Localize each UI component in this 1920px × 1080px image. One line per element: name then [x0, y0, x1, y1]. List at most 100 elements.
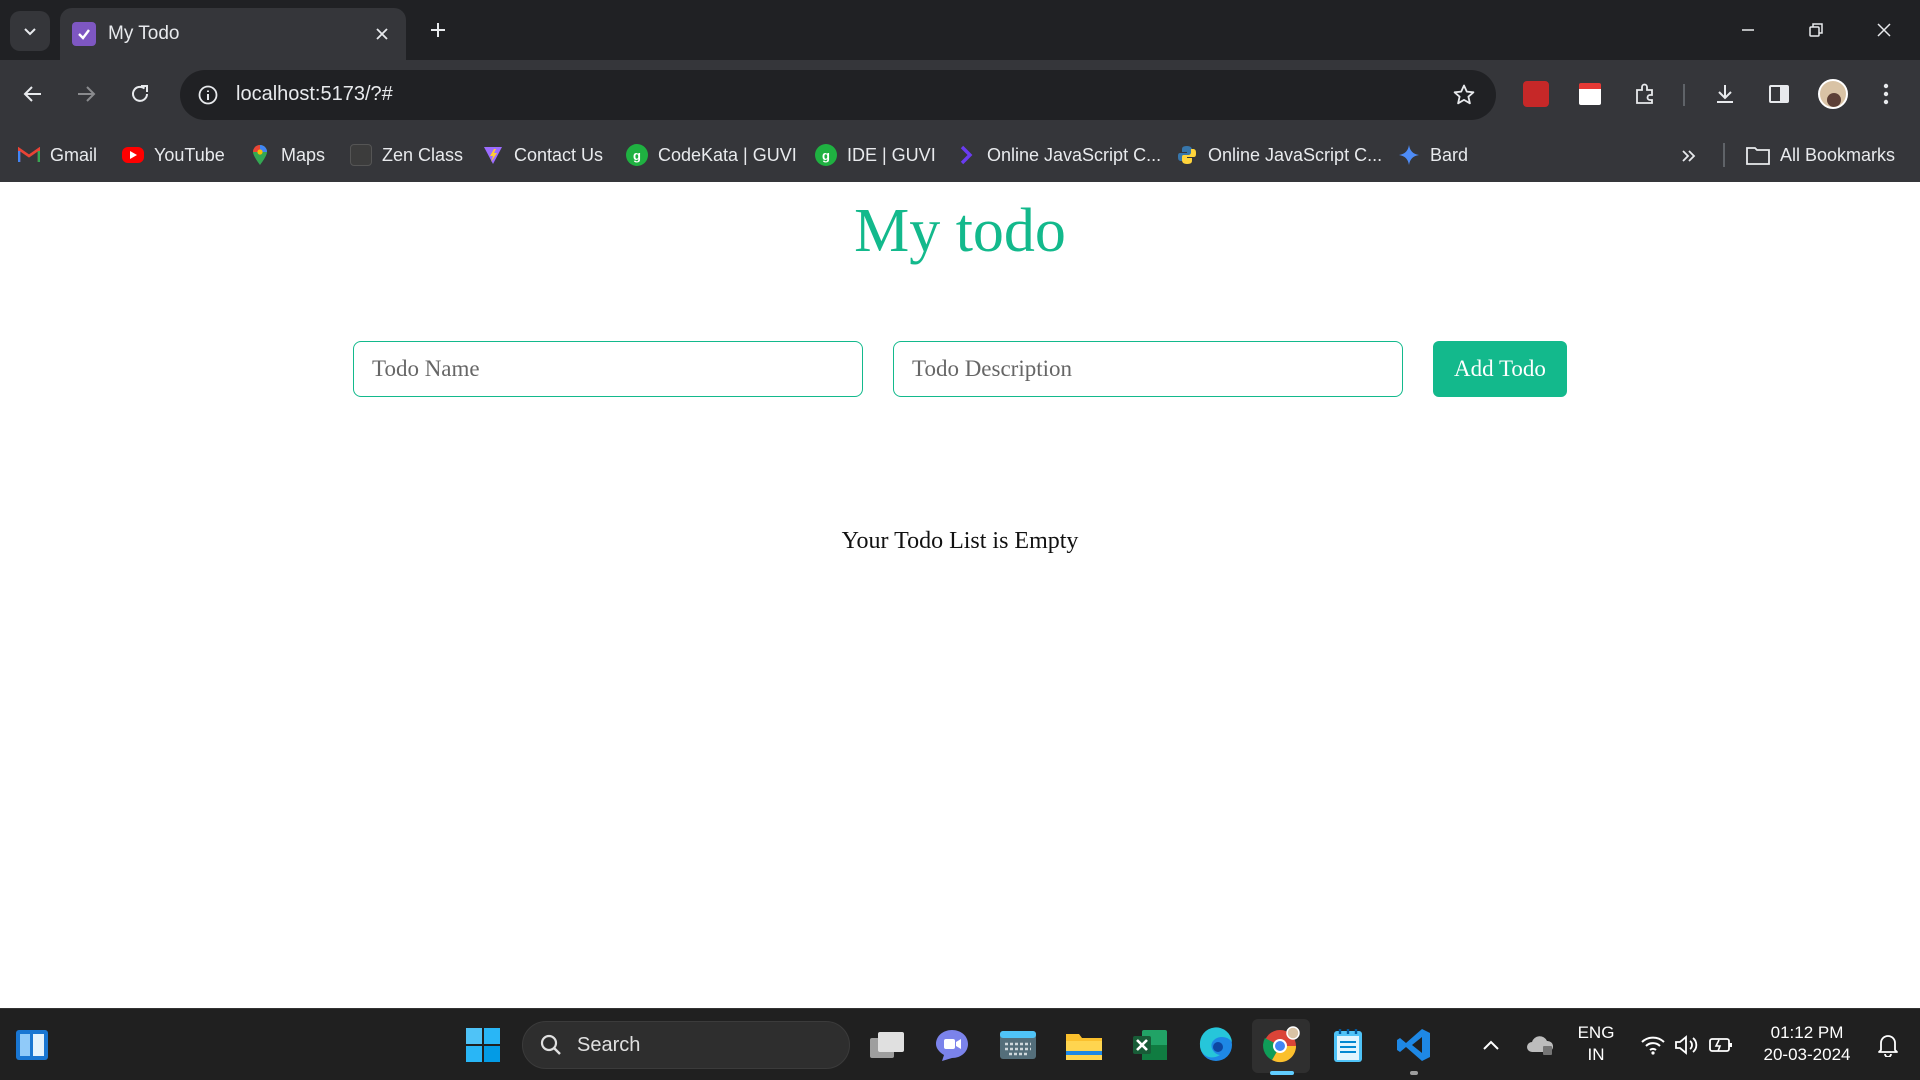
chevron-up-icon [1483, 1040, 1499, 1050]
maps-icon [249, 144, 271, 166]
programiz-icon [955, 144, 977, 166]
widgets-button[interactable] [10, 1023, 54, 1067]
empty-list-message: Your Todo List is Empty [841, 528, 1079, 554]
minimize-window-button[interactable] [1720, 8, 1776, 52]
windows-taskbar: Search ENG IN 01:12 PM 20-03-2024 [0, 1008, 1920, 1080]
gmail-icon [18, 144, 40, 166]
chrome-icon [1263, 1026, 1300, 1063]
back-button[interactable] [13, 74, 53, 114]
guvi-icon: g [815, 144, 837, 166]
new-tab-button[interactable] [422, 14, 454, 46]
vscode-running-indicator [1410, 1071, 1418, 1075]
browser-tab-active[interactable]: My Todo [60, 8, 406, 60]
more-vertical-icon [1883, 83, 1889, 105]
reload-button[interactable] [120, 74, 160, 114]
folder-icon [1746, 147, 1770, 165]
keyboard-icon [1000, 1031, 1036, 1059]
downloads-button[interactable] [1705, 74, 1745, 114]
bookmark-ide-guvi[interactable]: g IDE | GUVI [815, 140, 936, 170]
todo-description-input[interactable] [893, 341, 1403, 397]
address-bar[interactable]: localhost:5173/?# [180, 70, 1496, 120]
vite-icon [482, 144, 504, 166]
bookmark-youtube[interactable]: YouTube [122, 140, 225, 170]
excel-button[interactable] [1128, 1023, 1172, 1067]
cloud-icon [1527, 1036, 1554, 1055]
touch-keyboard-app-button[interactable] [996, 1023, 1040, 1067]
toolbar-divider [1683, 84, 1685, 106]
bookmarks-bar: Gmail YouTube Maps Zen Class Contact Us … [0, 128, 1920, 182]
side-panel-button[interactable] [1759, 74, 1799, 114]
task-view-icon [870, 1032, 904, 1058]
close-tab-icon[interactable] [370, 22, 394, 46]
plus-icon [431, 23, 445, 37]
download-icon [1717, 85, 1733, 103]
widgets-icon [16, 1030, 48, 1060]
double-chevron-right-icon [1682, 150, 1696, 162]
language-indicator[interactable]: ENG IN [1572, 1022, 1620, 1066]
extension-icon[interactable] [1516, 74, 1556, 114]
battery-charging-icon [1709, 1038, 1732, 1052]
browser-tab-strip: My Todo [0, 0, 1920, 60]
bookmarks-overflow-button[interactable] [1672, 142, 1704, 170]
restore-icon [1809, 23, 1823, 37]
restore-window-button[interactable] [1788, 8, 1844, 52]
tab-search-button[interactable] [10, 11, 50, 51]
teams-chat-button[interactable] [930, 1023, 974, 1067]
bookmark-gmail[interactable]: Gmail [18, 140, 97, 170]
url-text[interactable]: localhost:5173/?# [236, 83, 393, 106]
extensions-puzzle-icon[interactable] [1625, 74, 1665, 114]
notifications-button[interactable] [1868, 1023, 1908, 1067]
guvi-icon: g [626, 144, 648, 166]
windows-logo-icon [466, 1028, 500, 1062]
clock[interactable]: 01:12 PM 20-03-2024 [1752, 1022, 1862, 1066]
bookmark-maps[interactable]: Maps [249, 140, 325, 170]
wifi-icon [1641, 1036, 1665, 1055]
arrow-left-icon [23, 86, 41, 102]
notepad-icon [1334, 1029, 1362, 1062]
bookmark-codekata-guvi[interactable]: g CodeKata | GUVI [626, 140, 797, 170]
notepad-button[interactable] [1326, 1023, 1370, 1067]
tab-title: My Todo [108, 23, 180, 44]
bookmark-online-javascript-compiler-2[interactable]: Online JavaScript C... [1176, 140, 1382, 170]
zen-class-icon [350, 144, 372, 166]
bookmark-bard[interactable]: Bard [1398, 140, 1468, 170]
todo-name-input[interactable] [353, 341, 863, 397]
quick-settings-button[interactable] [1632, 1023, 1742, 1067]
close-icon [1877, 23, 1891, 37]
todo-app-page: My todo Add Todo Your Todo List is Empty [0, 182, 1920, 1008]
bookmark-contact-us[interactable]: Contact Us [482, 140, 603, 170]
reload-icon [132, 85, 148, 102]
bookmarks-divider [1723, 143, 1725, 167]
task-view-button[interactable] [865, 1023, 909, 1067]
chevron-down-icon [24, 28, 36, 36]
start-button[interactable] [461, 1023, 505, 1067]
excel-icon [1133, 1030, 1167, 1060]
page-title: My todo [854, 197, 1066, 265]
forward-button[interactable] [66, 74, 106, 114]
taskbar-search-box[interactable]: Search [522, 1021, 850, 1069]
search-icon [540, 1034, 561, 1055]
bookmark-zen-class[interactable]: Zen Class [350, 140, 463, 170]
chrome-button[interactable] [1259, 1023, 1303, 1067]
site-info-icon[interactable] [194, 81, 222, 109]
browser-menu-button[interactable] [1866, 74, 1906, 114]
chrome-running-indicator [1270, 1071, 1294, 1075]
bell-icon [1878, 1035, 1898, 1057]
extension-notes-icon[interactable] [1570, 74, 1610, 114]
bookmark-online-javascript-compiler-1[interactable]: Online JavaScript C... [955, 140, 1161, 170]
folder-icon [1066, 1034, 1102, 1060]
all-bookmarks-button[interactable]: All Bookmarks [1746, 140, 1895, 170]
profile-button[interactable] [1813, 74, 1853, 114]
add-todo-button[interactable]: Add Todo [1433, 341, 1567, 397]
file-explorer-button[interactable] [1062, 1023, 1106, 1067]
close-window-button[interactable] [1856, 8, 1912, 52]
show-hidden-icons-button[interactable] [1468, 1023, 1514, 1067]
python-icon [1176, 144, 1198, 166]
edge-browser-button[interactable] [1194, 1023, 1238, 1067]
vscode-button[interactable] [1392, 1023, 1436, 1067]
onedrive-button[interactable] [1517, 1023, 1563, 1067]
volume-icon [1675, 1035, 1698, 1055]
youtube-icon [122, 147, 144, 163]
avatar [1818, 79, 1848, 109]
bookmark-star-icon[interactable] [1450, 81, 1478, 109]
